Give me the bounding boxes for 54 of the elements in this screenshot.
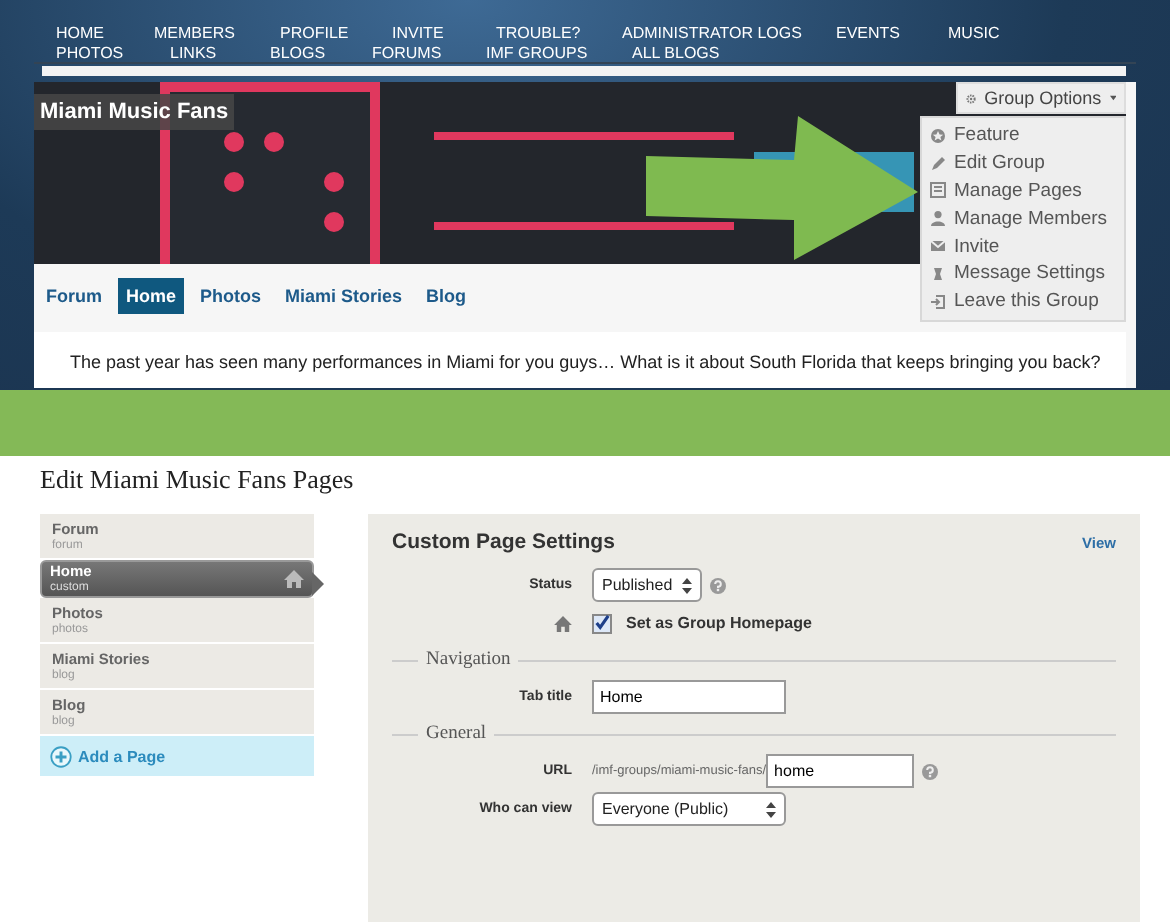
section-legend: Navigation: [426, 650, 511, 670]
nav-link[interactable]: PROFILE: [280, 24, 392, 44]
nav-link[interactable]: INVITE: [392, 24, 496, 44]
nav-link[interactable]: EVENTS: [836, 24, 948, 44]
nav-link[interactable]: LINKS: [170, 44, 270, 64]
group-options-button[interactable]: Group Options: [956, 82, 1126, 114]
group-tab[interactable]: Miami Stories: [277, 278, 411, 314]
nav-link[interactable]: MEMBERS: [154, 24, 280, 44]
menu-item[interactable]: Message Settings: [930, 259, 1116, 288]
menu-item[interactable]: Manage Members: [930, 204, 1116, 233]
nav-link[interactable]: ALL BLOGS: [632, 44, 752, 64]
help-icon[interactable]: [922, 763, 939, 779]
menu-item[interactable]: Manage Pages: [930, 177, 1116, 205]
nav-link[interactable]: IMF GROUPS: [486, 44, 632, 64]
group-tab[interactable]: Home: [118, 278, 185, 314]
checkbox[interactable]: [592, 613, 612, 633]
nav-link[interactable]: HOME: [56, 24, 154, 44]
status-select[interactable]: Published: [592, 568, 703, 602]
star-icon: [930, 127, 946, 144]
plus-icon: [50, 745, 72, 767]
help-icon[interactable]: [710, 577, 727, 593]
person-icon: [930, 210, 946, 227]
menu-item[interactable]: Invite: [930, 232, 1116, 260]
checkbox-label: Set as Group Homepage: [626, 614, 812, 632]
menu-item[interactable]: Leave this Group: [930, 287, 1116, 316]
pencil-icon: [930, 155, 946, 172]
visibility-select[interactable]: Everyone (Public): [592, 792, 786, 826]
section-legend: General: [426, 724, 487, 744]
home-icon: [284, 570, 304, 588]
home-icon: [554, 615, 572, 631]
updown-icon: [682, 577, 693, 593]
nav-link[interactable]: TROUBLE?: [496, 24, 622, 44]
group-title: Miami Music Fans: [34, 94, 235, 130]
caret-icon: [1109, 94, 1116, 102]
gear-icon: [966, 89, 977, 107]
envelope-icon: [930, 238, 946, 255]
group-tab[interactable]: Photos: [192, 278, 270, 314]
settings-heading: Custom Page Settings: [392, 530, 615, 554]
page-icon: [930, 182, 946, 199]
tab-title-field[interactable]: Home: [592, 680, 786, 714]
nav-link[interactable]: ADMINISTRATOR LOGS: [622, 24, 836, 44]
menu-item[interactable]: Edit Group: [930, 149, 1116, 178]
exit-icon: [930, 293, 946, 310]
nav-link[interactable]: BLOGS: [270, 44, 372, 64]
nav-link[interactable]: MUSIC: [948, 24, 1028, 44]
menu-item[interactable]: Feature: [930, 122, 1116, 150]
nav-link[interactable]: FORUMS: [372, 44, 486, 64]
intro-text: The past year has seen many performances in Miami for you guys… What is it about South Florida that keeps bringing you back?: [70, 352, 1103, 372]
page-title: Edit Miami Music Fans Pages: [40, 464, 356, 496]
group-tab[interactable]: Blog: [418, 278, 475, 314]
updown-icon: [766, 801, 776, 817]
url-field[interactable]: home: [766, 754, 915, 788]
nav-link[interactable]: PHOTOS: [56, 44, 170, 64]
group-tab[interactable]: Forum: [38, 278, 110, 314]
